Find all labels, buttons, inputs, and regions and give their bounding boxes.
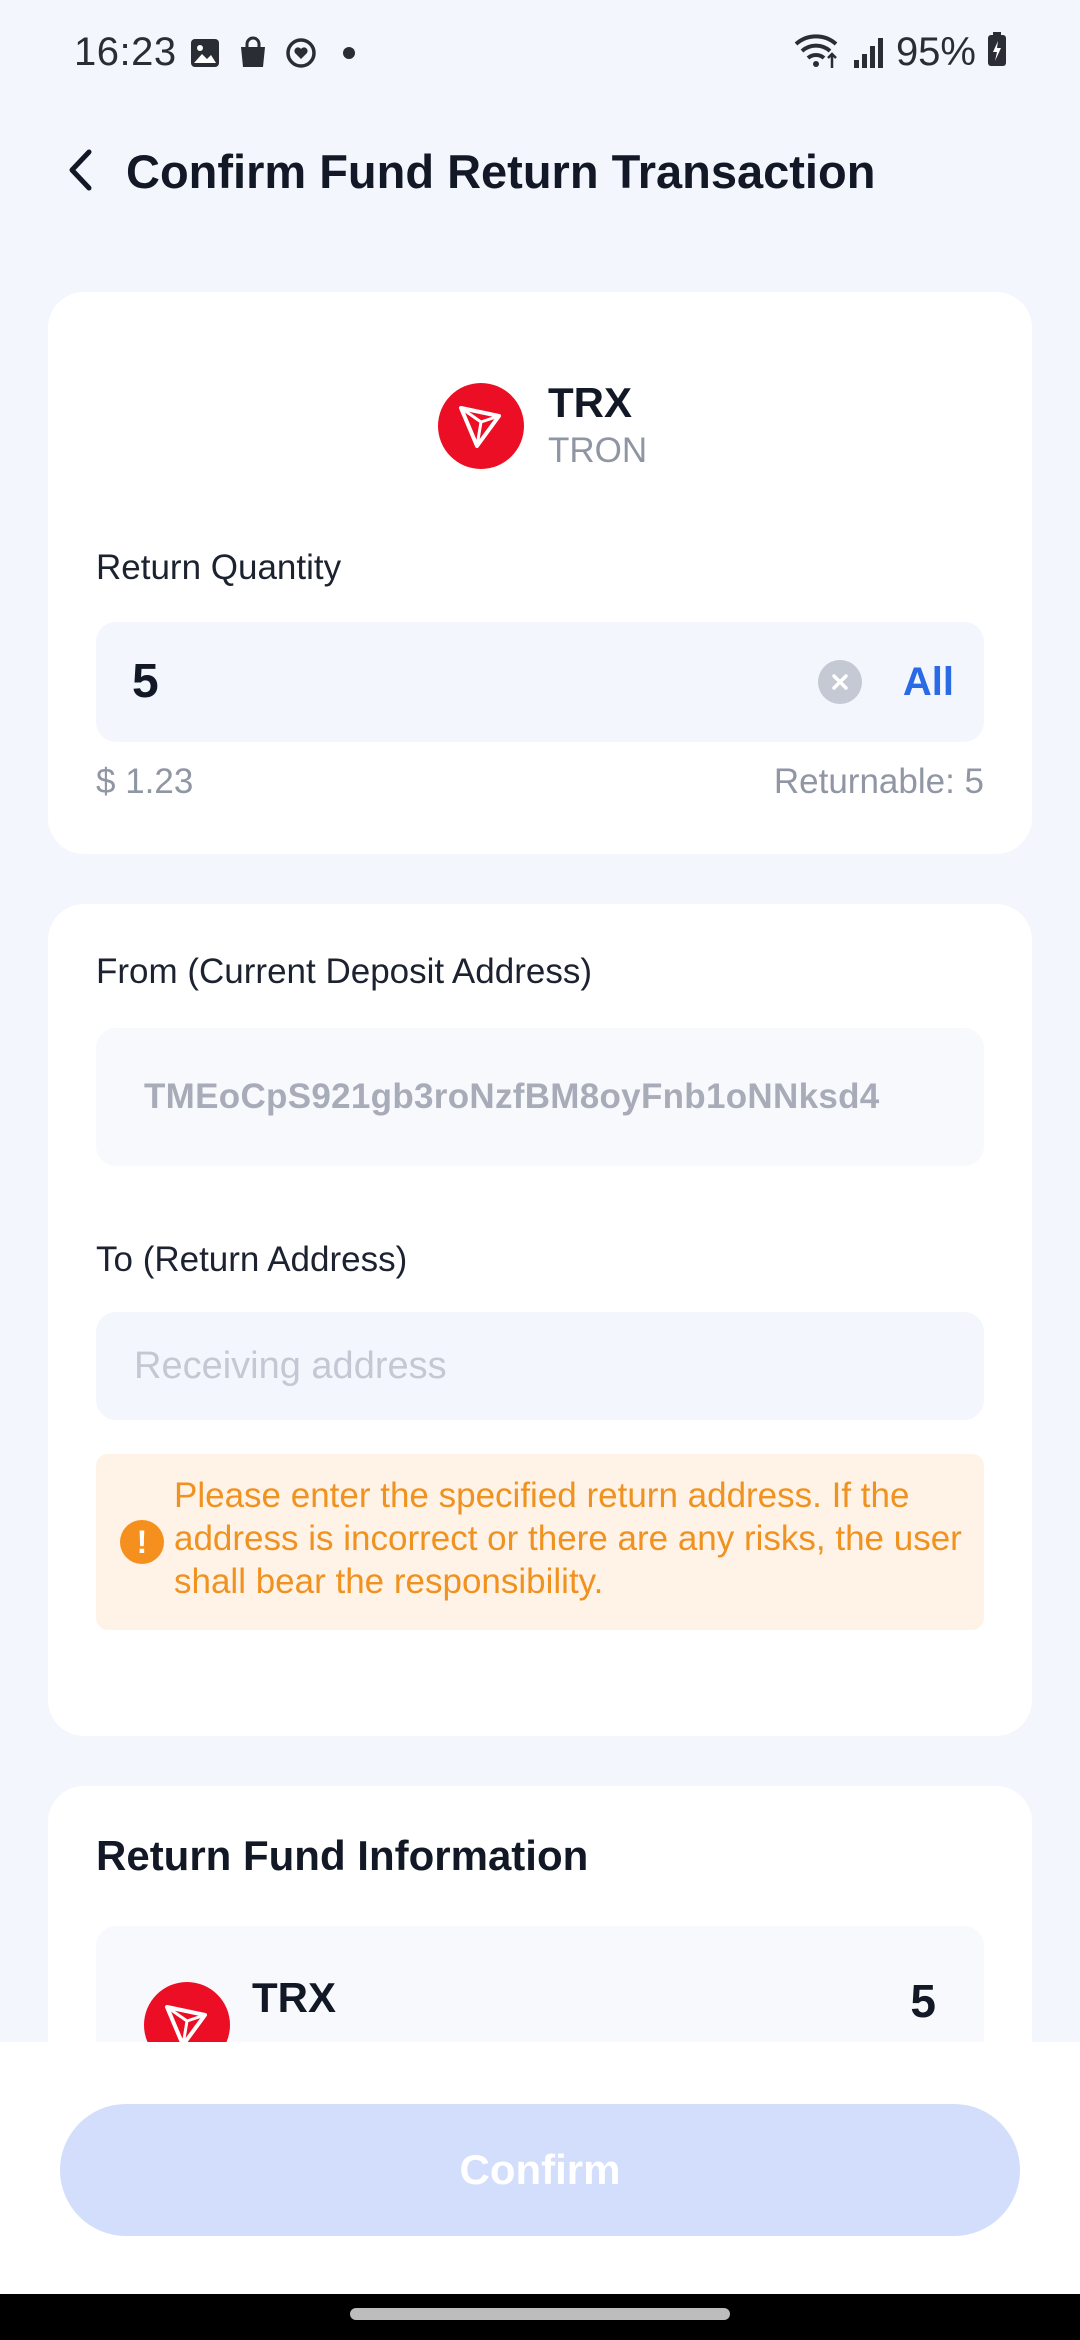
warning-notice: ! Please enter the specified return addr… xyxy=(96,1454,984,1630)
from-address: TMEoCpS921gb3roNzfBM8oyFnb1oNNksd4 xyxy=(144,1077,880,1116)
notification-icons xyxy=(188,36,366,70)
back-button[interactable] xyxy=(50,142,110,202)
warning-text: Please enter the specified return addres… xyxy=(174,1476,962,1601)
header: Confirm Fund Return Transaction xyxy=(0,120,1080,224)
usd-value: $ 1.23 xyxy=(96,762,194,801)
quantity-input[interactable]: 5 All xyxy=(96,622,984,742)
heart-circle-icon xyxy=(284,36,318,70)
system-nav-bar xyxy=(0,2294,1080,2340)
quantity-value[interactable]: 5 xyxy=(132,652,159,712)
from-address-field: TMEoCpS921gb3roNzfBM8oyFnb1oNNksd4 xyxy=(96,1028,984,1166)
signal-icon xyxy=(852,30,886,75)
coin-symbol: TRX xyxy=(548,379,632,426)
info-amount: 5 xyxy=(910,1975,936,2027)
page-title: Confirm Fund Return Transaction xyxy=(126,145,876,198)
return-info-title: Return Fund Information xyxy=(96,1832,589,1879)
address-card: From (Current Deposit Address) TMEoCpS92… xyxy=(48,904,1032,1736)
to-label: To (Return Address) xyxy=(96,1240,408,1279)
status-bar: 16:23 95% xyxy=(0,0,1080,112)
chevron-left-icon xyxy=(65,148,95,197)
info-coin-symbol: TRX xyxy=(252,1974,336,2021)
battery-percent: 95% xyxy=(895,30,976,74)
battery-icon xyxy=(986,30,1008,75)
confirm-button[interactable]: Confirm xyxy=(60,2104,1020,2236)
from-label: From (Current Deposit Address) xyxy=(96,952,592,991)
status-time: 16:23 xyxy=(74,30,177,74)
home-indicator[interactable] xyxy=(350,2308,730,2320)
return-quantity-label: Return Quantity xyxy=(96,548,342,587)
warning-icon: ! xyxy=(120,1520,164,1564)
screen: 16:23 95% Confirm Fund Return Transactio… xyxy=(0,0,1080,2340)
gallery-icon xyxy=(188,36,222,70)
system-icons: 95% xyxy=(792,30,1008,75)
coin-info: TRX TRON xyxy=(438,376,647,476)
wifi-icon xyxy=(792,30,842,75)
returnable-amount: Returnable: 5 xyxy=(773,762,984,801)
clear-icon[interactable] xyxy=(818,660,862,704)
coin-text: TRX TRON xyxy=(548,378,647,474)
dot-icon xyxy=(332,36,366,70)
quantity-card: TRX TRON Return Quantity 5 All $ 1.23 Re… xyxy=(48,292,1032,854)
shopping-bag-icon xyxy=(236,36,270,70)
coin-name: TRON xyxy=(548,431,648,470)
return-address-input[interactable] xyxy=(96,1312,984,1420)
tron-logo-icon xyxy=(438,383,524,469)
all-button[interactable]: All xyxy=(903,652,954,712)
bottom-action-bar: Confirm xyxy=(0,2042,1080,2294)
